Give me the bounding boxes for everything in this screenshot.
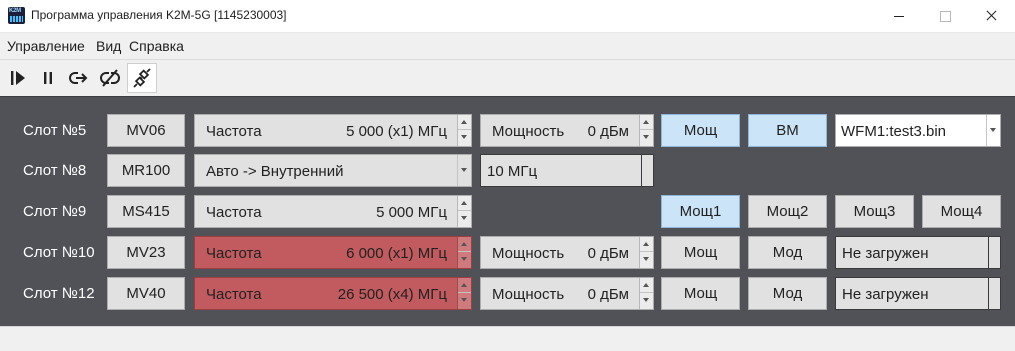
slot-row: Слот №10 MV23 Частота 6 000 (x1) МГц Мощ…: [0, 236, 1015, 270]
power-value: 0 дБм: [587, 245, 629, 262]
spin-up-icon[interactable]: [640, 278, 653, 293]
frequency-label: Частота: [206, 286, 262, 303]
modulation-toggle-button[interactable]: Мод: [748, 236, 827, 269]
slot-row: Слот №5 MV06 Частота 5 000 (x1) МГц Мощн…: [0, 114, 1015, 148]
waveform-select[interactable]: WFM1:test3.bin: [835, 114, 1001, 147]
slot-row: Слот №8 MR100 Авто -> Внутренний 10 МГц: [0, 154, 1015, 188]
pause-button[interactable]: [34, 63, 62, 93]
spin-down-icon[interactable]: [458, 130, 471, 145]
spin-up-icon[interactable]: [640, 115, 653, 130]
power-label: Мощность: [492, 245, 565, 262]
app-icon: K2M: [8, 7, 25, 24]
connect-button[interactable]: [65, 63, 93, 93]
disconnect-button[interactable]: [96, 63, 124, 93]
window-title: Программа управления K2M-5G [1145230003]: [31, 8, 287, 22]
title-bar: K2M Программа управления K2M-5G [1145230…: [0, 0, 1015, 33]
frequency-spinbox[interactable]: Частота 5 000 МГц: [194, 195, 472, 228]
power-toggle-button[interactable]: Мощ: [661, 277, 740, 310]
power-toggle-button[interactable]: Мощ: [661, 114, 740, 147]
menu-view[interactable]: Вид: [96, 38, 121, 54]
module-button[interactable]: MR100: [107, 154, 185, 187]
reference-field[interactable]: 10 МГц: [480, 154, 654, 187]
plug-icon: [133, 68, 151, 88]
frequency-spinbox[interactable]: Частота 5 000 (x1) МГц: [194, 114, 472, 147]
spin-up-icon[interactable]: [640, 237, 653, 252]
spin-down-icon[interactable]: [458, 293, 471, 308]
power-label: Мощность: [492, 286, 565, 303]
spin-up-icon[interactable]: [458, 278, 471, 293]
source-select[interactable]: Авто -> Внутренний: [194, 154, 472, 187]
plug-button[interactable]: [127, 63, 157, 93]
frequency-spinbox[interactable]: Частота 26 500 (x4) МГц: [194, 277, 472, 310]
menu-control[interactable]: Управление: [7, 38, 85, 54]
minimize-button[interactable]: [876, 0, 922, 32]
modulation-toggle-button[interactable]: Мод: [748, 277, 827, 310]
spin-down-icon[interactable]: [640, 252, 653, 267]
power-toggle-button[interactable]: Мощ: [661, 236, 740, 269]
power4-toggle-button[interactable]: Мощ4: [922, 195, 1001, 228]
spin-up-icon[interactable]: [458, 115, 471, 130]
spin-down-icon[interactable]: [640, 130, 653, 145]
module-button[interactable]: MV23: [107, 236, 185, 269]
chevron-down-icon: [986, 115, 1000, 146]
frequency-label: Частота: [206, 123, 262, 140]
module-button[interactable]: MV40: [107, 277, 185, 310]
reference-value: 10 МГц: [487, 163, 538, 180]
close-button[interactable]: [968, 0, 1014, 32]
power1-toggle-button[interactable]: Мощ1: [661, 195, 740, 228]
frequency-value: 6 000 (x1) МГц: [346, 245, 447, 262]
connect-arrow-icon: [69, 72, 88, 84]
vm-toggle-button[interactable]: ВМ: [748, 114, 827, 147]
power-spinbox[interactable]: Мощность 0 дБм: [480, 277, 654, 310]
slot-label: Слот №8: [23, 162, 87, 179]
slot-row: Слот №12 MV40 Частота 26 500 (x4) МГц Мо…: [0, 277, 1015, 311]
play-step-icon: [11, 71, 25, 85]
power-value: 0 дБм: [587, 123, 629, 140]
frequency-label: Частота: [206, 204, 262, 221]
menu-bar: Управление Вид Справка: [0, 33, 1015, 60]
power-spinbox[interactable]: Мощность 0 дБм: [480, 114, 654, 147]
run-button[interactable]: [4, 63, 32, 93]
status-bar: [0, 326, 1015, 351]
menu-help[interactable]: Справка: [129, 38, 184, 54]
slot-row: Слот №9 MS415 Частота 5 000 МГц Мощ1 Мощ…: [0, 195, 1015, 229]
slot-label: Слот №9: [23, 203, 87, 220]
waveform-status-field[interactable]: Не загружен: [835, 277, 1001, 310]
power-label: Мощность: [492, 123, 565, 140]
power-value: 0 дБм: [587, 286, 629, 303]
spin-up-icon[interactable]: [458, 237, 471, 252]
slot-label: Слот №12: [23, 285, 95, 302]
frequency-value: 5 000 (x1) МГц: [346, 123, 447, 140]
chevron-down-icon: [457, 155, 471, 186]
slot-label: Слот №5: [23, 122, 87, 139]
power3-toggle-button[interactable]: Мощ3: [835, 195, 914, 228]
power-spinbox[interactable]: Мощность 0 дБм: [480, 236, 654, 269]
disconnect-icon: [100, 69, 120, 87]
spin-down-icon[interactable]: [640, 293, 653, 308]
slots-panel: Слот №5 MV06 Частота 5 000 (x1) МГц Мощн…: [0, 96, 1015, 326]
frequency-spinbox[interactable]: Частота 6 000 (x1) МГц: [194, 236, 472, 269]
frequency-value: 26 500 (x4) МГц: [337, 286, 447, 303]
power2-toggle-button[interactable]: Мощ2: [748, 195, 827, 228]
module-button[interactable]: MV06: [107, 114, 185, 147]
toolbar: [0, 60, 1015, 96]
waveform-status-field[interactable]: Не загружен: [835, 236, 1001, 269]
waveform-status: Не загружен: [842, 245, 929, 262]
app-icon-text: K2M: [9, 8, 21, 14]
slot-label: Слот №10: [23, 244, 95, 261]
maximize-button[interactable]: [922, 0, 968, 32]
spin-up-icon[interactable]: [458, 196, 471, 211]
frequency-label: Частота: [206, 245, 262, 262]
frequency-value: 5 000 МГц: [376, 204, 447, 221]
waveform-status: Не загружен: [842, 286, 929, 303]
spin-down-icon[interactable]: [458, 252, 471, 267]
source-value: Авто -> Внутренний: [206, 163, 344, 180]
spin-down-icon[interactable]: [458, 211, 471, 226]
pause-icon: [44, 72, 52, 84]
waveform-value: WFM1:test3.bin: [841, 123, 947, 140]
module-button[interactable]: MS415: [107, 195, 185, 228]
